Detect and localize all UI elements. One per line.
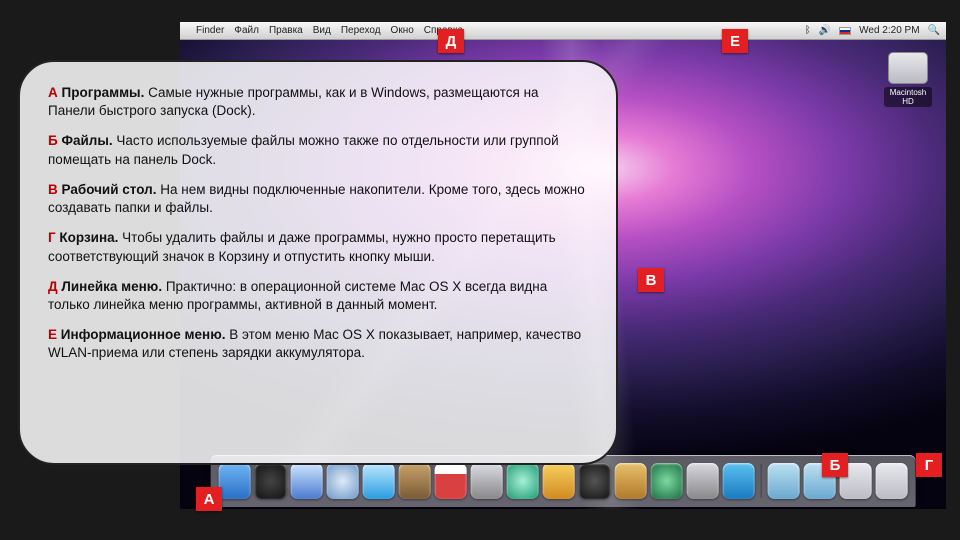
dock-item-iphoto[interactable] (543, 463, 575, 499)
dock-item-finder[interactable] (219, 463, 251, 499)
dock-item-timemachine[interactable] (651, 463, 683, 499)
spotlight-icon[interactable]: 🔍 (928, 25, 940, 36)
volume-icon[interactable]: 🔊 (819, 25, 831, 36)
dock-item-folder-apps[interactable] (767, 463, 799, 499)
menubar-item-file[interactable]: Файл (234, 25, 259, 36)
dock-item-mail[interactable] (291, 463, 323, 499)
dock-item-sysprefs[interactable] (687, 463, 719, 499)
dock-item-ichat[interactable] (363, 463, 395, 499)
card-item-b: Б Файлы. Часто используемые файлы можно … (48, 132, 588, 168)
desktop-drive-label: Macintosh HD (884, 87, 932, 107)
menubar-item-edit[interactable]: Правка (269, 25, 303, 36)
dock-item-appstore[interactable] (722, 463, 754, 499)
dock-item-itunes[interactable] (507, 463, 539, 499)
menubar-item-go[interactable]: Переход (341, 25, 381, 36)
dock-item-preview[interactable] (471, 463, 503, 499)
marker-V: В (638, 268, 664, 292)
dock-item-addressbook[interactable] (399, 463, 431, 499)
bluetooth-icon[interactable]: ᛒ (805, 25, 811, 36)
menu-bar: Finder Файл Правка Вид Переход Окно Спра… (180, 22, 946, 40)
marker-E: Е (722, 29, 748, 53)
dock-item-imovie[interactable] (579, 463, 611, 499)
clock[interactable]: Wed 2:20 PM (859, 25, 919, 36)
card-item-d: Д Линейка меню. Практично: в операционно… (48, 278, 588, 314)
desktop-drive-icon[interactable]: Macintosh HD (884, 52, 932, 109)
input-language-icon[interactable] (839, 27, 851, 35)
dock-item-safari[interactable] (327, 463, 359, 499)
card-item-v: В Рабочий стол. На нем видны подключенны… (48, 181, 588, 217)
dock-item-ical[interactable] (435, 463, 467, 499)
dock-separator (760, 464, 761, 498)
dock-item-garageband[interactable] (615, 463, 647, 499)
marker-D: Д (438, 29, 464, 53)
card-item-g: Г Корзина. Чтобы удалить файлы и даже пр… (48, 229, 588, 265)
card-item-e: Е Информационное меню. В этом меню Mac O… (48, 326, 588, 362)
dock-item-dashboard[interactable] (255, 463, 287, 499)
menu-bar-status: ᛒ 🔊 Wed 2:20 PM 🔍 (805, 25, 940, 36)
hard-drive-icon (888, 52, 928, 84)
menubar-item-view[interactable]: Вид (313, 25, 331, 36)
menubar-item-window[interactable]: Окно (391, 25, 414, 36)
dock-item-trash[interactable] (875, 463, 907, 499)
info-card: А Программы. Самые нужные программы, как… (18, 60, 618, 465)
card-item-a: А Программы. Самые нужные программы, как… (48, 84, 588, 120)
marker-B: Б (822, 453, 848, 477)
marker-G: Г (916, 453, 942, 477)
marker-A: А (196, 487, 222, 511)
menubar-app-name[interactable]: Finder (196, 25, 224, 36)
